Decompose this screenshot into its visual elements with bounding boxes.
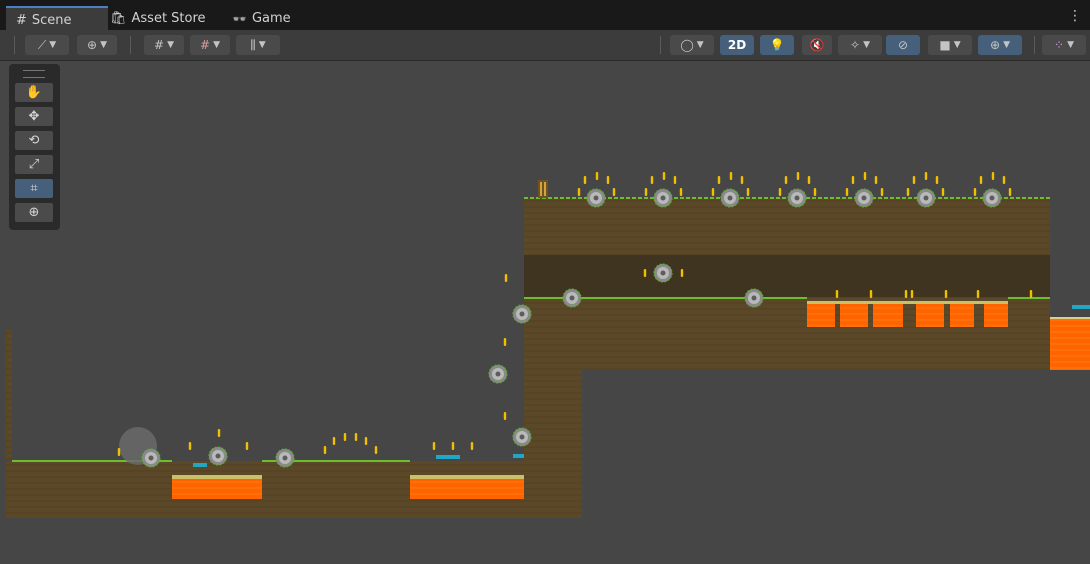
effects-icon: ✧ bbox=[850, 38, 861, 52]
lava-edge bbox=[1050, 318, 1090, 370]
lava-pit bbox=[172, 476, 262, 499]
tab-scene-label: Scene bbox=[31, 12, 72, 28]
gizmos-dropdown[interactable]: ⊕ ▼ bbox=[978, 35, 1022, 55]
tab-scene[interactable]: # Scene bbox=[6, 6, 108, 32]
hand-icon: ✋ bbox=[25, 85, 43, 100]
toolbar-divider bbox=[14, 36, 15, 54]
move-tool-button[interactable]: ✥ bbox=[15, 107, 53, 126]
globe-icon: ⊕ bbox=[87, 38, 98, 52]
scene-grid-icon: # bbox=[16, 12, 27, 28]
audio-toggle-button[interactable]: 🔇 bbox=[802, 35, 832, 55]
exit-door[interactable] bbox=[538, 180, 548, 198]
tools-overlay: ✋ ✥ ⟲ ⤢ ⌗ ⊕ bbox=[9, 64, 60, 230]
lightbulb-icon: 💡 bbox=[769, 38, 785, 52]
rect-tool-button[interactable]: ⌗ bbox=[15, 179, 53, 198]
rotate-tool-button[interactable]: ⟲ bbox=[15, 131, 53, 150]
draw-mode-dropdown[interactable]: ⟋ ▼ bbox=[25, 35, 69, 55]
toolbar-divider bbox=[1034, 36, 1035, 54]
transform-tool-button[interactable]: ⊕ bbox=[15, 203, 53, 222]
hidden-eye-icon: ⊘ bbox=[897, 38, 909, 52]
scene-toolbar: ⟋ ▼ ⊕ ▼ # ▼ # ▼ ⫼ ▼ ◯ ▼ 2D 💡 🔇 ✧ ▼ ⊘ ■ ▼ ⊕ ▼ ⁘ ▼ bbox=[0, 30, 1090, 61]
lava-pit bbox=[410, 476, 524, 499]
global-local-dropdown[interactable]: ⊕ ▼ bbox=[77, 35, 117, 55]
rotate-icon: ⟲ bbox=[28, 133, 40, 148]
tab-asset-store[interactable]: 🛍 Asset Store bbox=[110, 7, 206, 30]
toolbar-divider bbox=[130, 36, 131, 54]
gamepad-icon: 👓 bbox=[232, 11, 247, 26]
scale-icon: ⤢ bbox=[28, 157, 40, 172]
lighting-toggle-button[interactable]: 💡 bbox=[760, 35, 794, 55]
scene-canvas[interactable] bbox=[0, 61, 1090, 564]
sphere-icon: ◯ bbox=[680, 38, 694, 52]
transform-icon: ⊕ bbox=[28, 205, 40, 220]
overlays-dropdown[interactable]: ⁘ ▼ bbox=[1042, 35, 1086, 55]
2d-label: 2D bbox=[727, 38, 747, 52]
scale-tool-button[interactable]: ⤢ bbox=[15, 155, 53, 174]
move-icon: ✥ bbox=[28, 109, 40, 124]
overlay-grip-handle[interactable] bbox=[23, 70, 45, 78]
hand-tool-button[interactable]: ✋ bbox=[15, 83, 53, 102]
overlay-icon: ⁘ bbox=[1054, 38, 1065, 52]
bag-icon: 🛍 bbox=[110, 11, 127, 26]
more-options-icon[interactable]: ⋮ bbox=[1068, 8, 1082, 24]
effects-dropdown[interactable]: ✧ ▼ bbox=[838, 35, 882, 55]
ruler-icon: ⫼ bbox=[250, 37, 256, 52]
brush-icon: ⟋ bbox=[37, 37, 47, 52]
tab-game-label: Game bbox=[251, 11, 291, 26]
dirt-edge bbox=[6, 330, 12, 460]
2d-toggle-button[interactable]: 2D bbox=[720, 35, 754, 55]
tunnel bbox=[524, 255, 1050, 297]
tab-game[interactable]: 👓 Game bbox=[232, 7, 291, 30]
snap-increment-dropdown[interactable]: # ▼ bbox=[190, 35, 230, 55]
shading-mode-dropdown[interactable]: ◯ ▼ bbox=[670, 35, 714, 55]
toolbar-divider bbox=[660, 36, 661, 54]
increment-snap-dropdown[interactable]: ⫼ ▼ bbox=[236, 35, 280, 55]
tab-bar: # Scene 🛍 Asset Store 👓 Game ⋮ bbox=[0, 0, 1090, 32]
camera-icon: ■ bbox=[939, 38, 951, 52]
audio-muted-icon: 🔇 bbox=[809, 38, 825, 52]
grid-snap-dropdown[interactable]: # ▼ bbox=[144, 35, 184, 55]
tab-asset-store-label: Asset Store bbox=[131, 11, 206, 26]
snap-icon: # bbox=[200, 38, 211, 52]
rect-icon: ⌗ bbox=[30, 181, 38, 196]
scene-viewport[interactable] bbox=[0, 61, 1090, 564]
gizmo-icon: ⊕ bbox=[990, 38, 1001, 52]
grid-icon: # bbox=[154, 38, 165, 52]
scene-visibility-toggle[interactable]: ⊘ bbox=[886, 35, 920, 55]
camera-dropdown[interactable]: ■ ▼ bbox=[928, 35, 972, 55]
